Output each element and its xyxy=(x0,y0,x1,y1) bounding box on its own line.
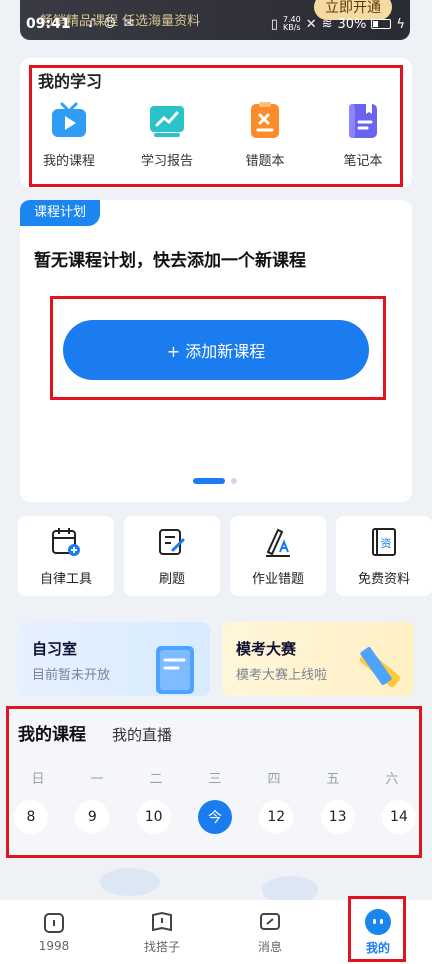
cloud-decoration xyxy=(100,868,318,904)
notification-icons: ♪ ☺ ✉ xyxy=(88,16,136,30)
wifi-icon: ≋ xyxy=(321,16,333,32)
study-item-label: 学习报告 xyxy=(140,154,193,169)
tab-my-courses[interactable]: 我的课程 xyxy=(18,720,86,745)
nav-find-partner[interactable]: 找搭子 xyxy=(108,900,216,964)
date-cell[interactable]: 13 xyxy=(320,800,355,834)
weekday-label: 五 xyxy=(326,772,340,787)
calendar-add-icon xyxy=(52,527,80,556)
battery-icon xyxy=(371,19,392,29)
tool-label: 刷题 xyxy=(158,571,185,587)
nav-home[interactable]: 1998 xyxy=(0,900,108,964)
tool-label: 免费资料 xyxy=(357,571,410,587)
study-item-notebook[interactable]: 笔记本 xyxy=(314,102,412,169)
study-item-report[interactable]: 学习报告 xyxy=(118,102,216,169)
weekday-row: 日 一 二 三 四 五 六 xyxy=(8,768,422,787)
study-item-mistakes[interactable]: 错题本 xyxy=(216,102,314,169)
study-item-label: 笔记本 xyxy=(343,154,383,169)
vibrate-icon: ▯ xyxy=(270,16,278,32)
weekday-label: 一 xyxy=(90,772,104,787)
edit-note-icon xyxy=(159,528,185,555)
date-cell[interactable]: 12 xyxy=(259,800,294,834)
network-speed: 7.40 KB/s xyxy=(282,15,301,32)
mistake-book-icon xyxy=(246,102,284,140)
tv-play-icon xyxy=(50,102,88,140)
study-item-label: 错题本 xyxy=(245,154,285,169)
nav-messages[interactable]: 消息 xyxy=(216,900,324,964)
home-icon xyxy=(44,913,64,933)
my-study-card: 我的学习 我的课程 学习报告 错题本 笔记本 xyxy=(20,58,412,188)
course-plan-card: 课程计划 暂无课程计划，快去添加一个新课程 + 添加新课程 xyxy=(20,200,412,502)
charging-icon: ϟ xyxy=(396,16,405,32)
mock-exam-title: 模考大赛 xyxy=(236,640,297,658)
date-cell[interactable]: 10 xyxy=(136,800,171,834)
bottom-nav: 1998 找搭子 消息 我的 xyxy=(0,900,432,964)
tab-my-live[interactable]: 我的直播 xyxy=(112,724,172,745)
carousel-indicator xyxy=(193,478,237,484)
tools-row: 自律工具 刷题 作业错题 资 免费资料 xyxy=(18,516,432,596)
notebook-icon xyxy=(344,102,382,140)
mock-exam-card[interactable]: 模考大赛 模考大赛上线啦 xyxy=(222,622,414,696)
tool-free-materials[interactable]: 资 免费资料 xyxy=(336,516,432,596)
mock-exam-subtitle: 模考大赛上线啦 xyxy=(236,668,328,683)
weekday-label: 二 xyxy=(149,772,163,787)
tool-label: 作业错题 xyxy=(251,571,304,587)
study-room-card[interactable]: 自习室 目前暂未开放 xyxy=(18,622,210,696)
date-row: 8 9 10 今 12 13 14 xyxy=(8,800,422,834)
weekday-label: 三 xyxy=(208,772,222,787)
status-time: 09:41 xyxy=(26,16,71,32)
nav-label: 找搭子 xyxy=(143,939,180,954)
study-item-courses[interactable]: 我的课程 xyxy=(20,102,118,169)
chart-trend-icon xyxy=(148,102,186,140)
weekday-label: 六 xyxy=(385,772,399,787)
tool-practice[interactable]: 刷题 xyxy=(124,516,220,596)
weekday-label: 日 xyxy=(31,772,45,787)
document-icon: 资 xyxy=(372,527,396,556)
book-illustration-icon xyxy=(156,646,194,694)
date-cell[interactable]: 14 xyxy=(381,800,416,834)
message-icon xyxy=(260,912,280,930)
study-room-title: 自习室 xyxy=(32,640,78,658)
my-courses-section: 我的课程 我的直播 日 一 二 三 四 五 六 8 9 10 今 12 13 1… xyxy=(8,708,422,858)
empty-plan-text: 暂无课程计划，快去添加一个新课程 xyxy=(34,251,306,271)
sim-icon: ✕ xyxy=(305,16,317,32)
dot-active xyxy=(193,478,225,484)
tool-label: 自律工具 xyxy=(39,571,92,587)
pencil-ruler-illustration-icon xyxy=(359,646,401,688)
battery-level: 30% xyxy=(337,16,367,32)
tool-self-discipline[interactable]: 自律工具 xyxy=(18,516,114,596)
nav-label: 我的 xyxy=(365,940,390,955)
nav-profile[interactable]: 我的 xyxy=(324,900,432,964)
date-cell-today[interactable]: 今 xyxy=(197,800,232,834)
course-plan-tag: 课程计划 xyxy=(20,200,101,226)
my-study-title: 我的学习 xyxy=(38,72,103,91)
study-item-label: 我的课程 xyxy=(42,154,95,169)
nav-label: 消息 xyxy=(257,939,282,954)
status-bar: 09:41 ♪ ☺ ✉ ▯ 7.40 KB/s ✕ ≋ 30% ϟ xyxy=(26,14,411,36)
profile-icon xyxy=(365,908,391,935)
weekday-label: 四 xyxy=(267,772,281,787)
date-cell[interactable]: 8 xyxy=(14,800,48,834)
tool-homework-mistakes[interactable]: 作业错题 xyxy=(230,516,326,596)
pen-ruler-icon xyxy=(266,528,290,557)
add-course-button[interactable]: + 添加新课程 xyxy=(63,320,369,380)
study-room-subtitle: 目前暂未开放 xyxy=(32,668,111,683)
svg-text:资: 资 xyxy=(381,537,392,550)
dot xyxy=(231,478,237,484)
book-icon xyxy=(152,911,172,931)
nav-label: 1998 xyxy=(38,939,70,953)
date-cell[interactable]: 9 xyxy=(75,800,110,834)
